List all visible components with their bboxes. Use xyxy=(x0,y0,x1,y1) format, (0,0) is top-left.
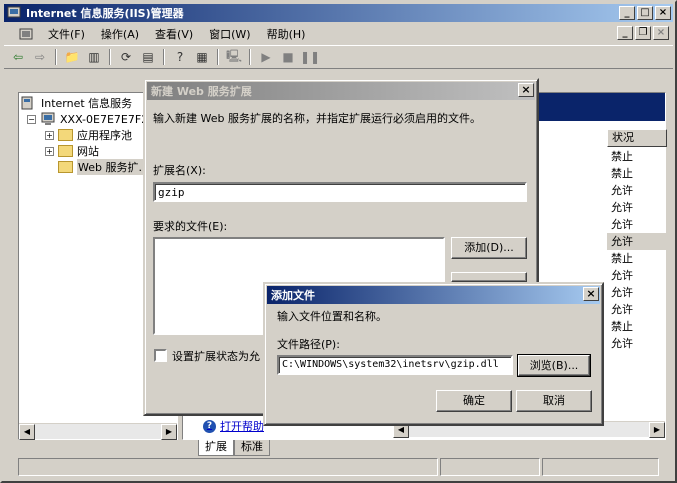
status-cell: 允许 xyxy=(611,184,633,197)
up-folder-icon[interactable]: 📁 xyxy=(62,48,82,66)
tree-web-ext-label: Web 服务扩... xyxy=(77,159,150,175)
status-cell: 允许 xyxy=(611,269,633,282)
iis-app-icon xyxy=(7,6,21,18)
tree-websites[interactable]: + 网站 xyxy=(45,143,99,159)
export-icon[interactable]: ▤ xyxy=(138,48,158,66)
status-cell: 允许 xyxy=(611,201,633,214)
refresh-icon[interactable]: ⟳ xyxy=(116,48,136,66)
status-panel xyxy=(440,458,540,476)
tree-root-label: Internet 信息服务 xyxy=(41,97,133,110)
add-file-titlebar[interactable]: 添加文件 xyxy=(267,286,600,304)
menu-file[interactable]: 文件(F) xyxy=(40,26,93,42)
status-bar xyxy=(18,458,659,476)
add-file-button[interactable]: 添加(D)... xyxy=(451,237,527,259)
status-cell: 禁止 xyxy=(611,150,633,163)
help-icon: ? xyxy=(203,419,216,433)
status-cell: 允许 xyxy=(611,337,633,350)
toolbar-separator xyxy=(55,49,57,65)
add-file-description: 输入文件位置和名称。 xyxy=(277,310,387,323)
menu-help[interactable]: 帮助(H) xyxy=(259,26,314,42)
status-cell: 允许 xyxy=(607,233,667,250)
server-icon xyxy=(41,112,55,125)
scroll-right-icon[interactable]: ▶ xyxy=(649,422,665,438)
expand-icon[interactable]: + xyxy=(45,130,54,140)
add-file-close-button[interactable]: × xyxy=(583,287,599,301)
ext-name-label: 扩展名(X): xyxy=(153,164,206,177)
toolbar: ⇦ ⇨ 📁 ▥ ⟳ ▤ ? ▦ 🖳 ▶ ■ ❚❚ xyxy=(4,45,673,69)
ok-button[interactable]: 确定 xyxy=(436,390,512,412)
allow-status-checkbox[interactable] xyxy=(154,349,167,362)
status-cell: 禁止 xyxy=(611,167,633,180)
add-file-dialog: 添加文件 × 输入文件位置和名称。 文件路径(P): C:\WINDOWS\sy… xyxy=(263,282,604,426)
maximize-button[interactable]: □ xyxy=(637,6,653,20)
mdi-close-button[interactable]: × xyxy=(653,26,669,40)
menu-view[interactable]: 查看(V) xyxy=(147,26,201,42)
remove-file-button[interactable] xyxy=(451,272,527,282)
back-icon[interactable]: ⇦ xyxy=(8,48,28,66)
menu-bar: 文件(F) 操作(A) 查看(V) 窗口(W) 帮助(H) _ ❐ × xyxy=(4,24,673,44)
window-title: Internet 信息服务(IIS)管理器 xyxy=(26,7,184,20)
minimize-button[interactable]: _ xyxy=(619,6,635,20)
toolbar-separator xyxy=(109,49,111,65)
tree-app-pools-label: 应用程序池 xyxy=(77,129,132,142)
tree-server[interactable]: − XXX-0E7E7E7F2D xyxy=(27,111,157,127)
tree-app-pools[interactable]: + 应用程序池 xyxy=(45,127,132,143)
mdi-restore-button[interactable]: ❐ xyxy=(635,26,651,40)
forward-icon[interactable]: ⇨ xyxy=(30,48,50,66)
status-panel xyxy=(18,458,438,476)
status-cell: 禁止 xyxy=(611,252,633,265)
tab-standard[interactable]: 标准 xyxy=(234,440,270,456)
file-path-input[interactable]: C:\WINDOWS\system32\inetsrv\gzip.dll xyxy=(277,355,513,375)
new-ext-close-button[interactable]: × xyxy=(518,83,534,97)
new-ext-titlebar[interactable]: 新建 Web 服务扩展 xyxy=(147,82,535,100)
new-ext-description: 输入新建 Web 服务扩展的名称，并指定扩展运行必须启用的文件。 xyxy=(153,112,481,125)
show-tree-icon[interactable]: ▥ xyxy=(84,48,104,66)
folder-icon xyxy=(58,129,73,141)
status-panel xyxy=(542,458,659,476)
close-button[interactable]: × xyxy=(655,6,671,20)
open-help-link[interactable]: ? 打开帮助 xyxy=(203,418,264,434)
window-titlebar[interactable]: Internet 信息服务(IIS)管理器 _ □ × xyxy=(4,4,673,22)
status-cell: 禁止 xyxy=(611,320,633,333)
expand-icon[interactable]: + xyxy=(45,146,54,156)
collapse-icon[interactable]: − xyxy=(27,114,36,124)
play-icon[interactable]: ▶ xyxy=(256,48,276,66)
scroll-right-icon[interactable]: ▶ xyxy=(161,424,177,440)
computer-icon[interactable]: 🖳 xyxy=(224,48,244,66)
view-tabs: 扩展 标准 xyxy=(198,440,270,456)
browse-button[interactable]: 浏览(B)... xyxy=(517,354,591,377)
toolbar-separator xyxy=(249,49,251,65)
open-help-label: 打开帮助 xyxy=(220,420,264,433)
status-cell: 允许 xyxy=(611,286,633,299)
menu-action[interactable]: 操作(A) xyxy=(93,26,147,42)
iis-root-icon xyxy=(21,96,33,110)
tree-hscroll[interactable]: ◀ ▶ xyxy=(19,423,177,440)
tree-root[interactable]: Internet 信息服务 xyxy=(21,95,132,111)
status-cell: 允许 xyxy=(611,218,633,231)
toolbar-separator xyxy=(163,49,165,65)
cancel-button[interactable]: 取消 xyxy=(516,390,592,412)
menu-window[interactable]: 窗口(W) xyxy=(201,26,258,42)
toolbar-separator xyxy=(217,49,219,65)
allow-status-label: 设置扩展状态为允 xyxy=(172,350,260,363)
pause-icon[interactable]: ❚❚ xyxy=(300,48,320,66)
tab-extended[interactable]: 扩展 xyxy=(198,440,234,456)
help-toolbar-icon[interactable]: ? xyxy=(170,48,190,66)
new-ext-title: 新建 Web 服务扩展 xyxy=(151,85,252,98)
mdi-minimize-button[interactable]: _ xyxy=(617,26,633,40)
tree-web-ext[interactable]: Web 服务扩... xyxy=(58,159,150,175)
scroll-left-icon[interactable]: ◀ xyxy=(19,424,35,440)
tree-websites-label: 网站 xyxy=(77,145,99,158)
mmc-icon xyxy=(19,28,33,40)
properties-icon[interactable]: ▦ xyxy=(192,48,212,66)
file-path-label: 文件路径(P): xyxy=(277,338,340,351)
stop-icon[interactable]: ■ xyxy=(278,48,298,66)
status-column-header[interactable]: 状况 xyxy=(607,129,667,147)
status-cell: 允许 xyxy=(611,303,633,316)
add-file-title: 添加文件 xyxy=(271,289,315,302)
folder-icon xyxy=(58,145,73,157)
ext-name-input[interactable]: gzip xyxy=(153,182,527,202)
required-files-label: 要求的文件(E): xyxy=(153,220,228,233)
folder-icon xyxy=(58,161,73,173)
